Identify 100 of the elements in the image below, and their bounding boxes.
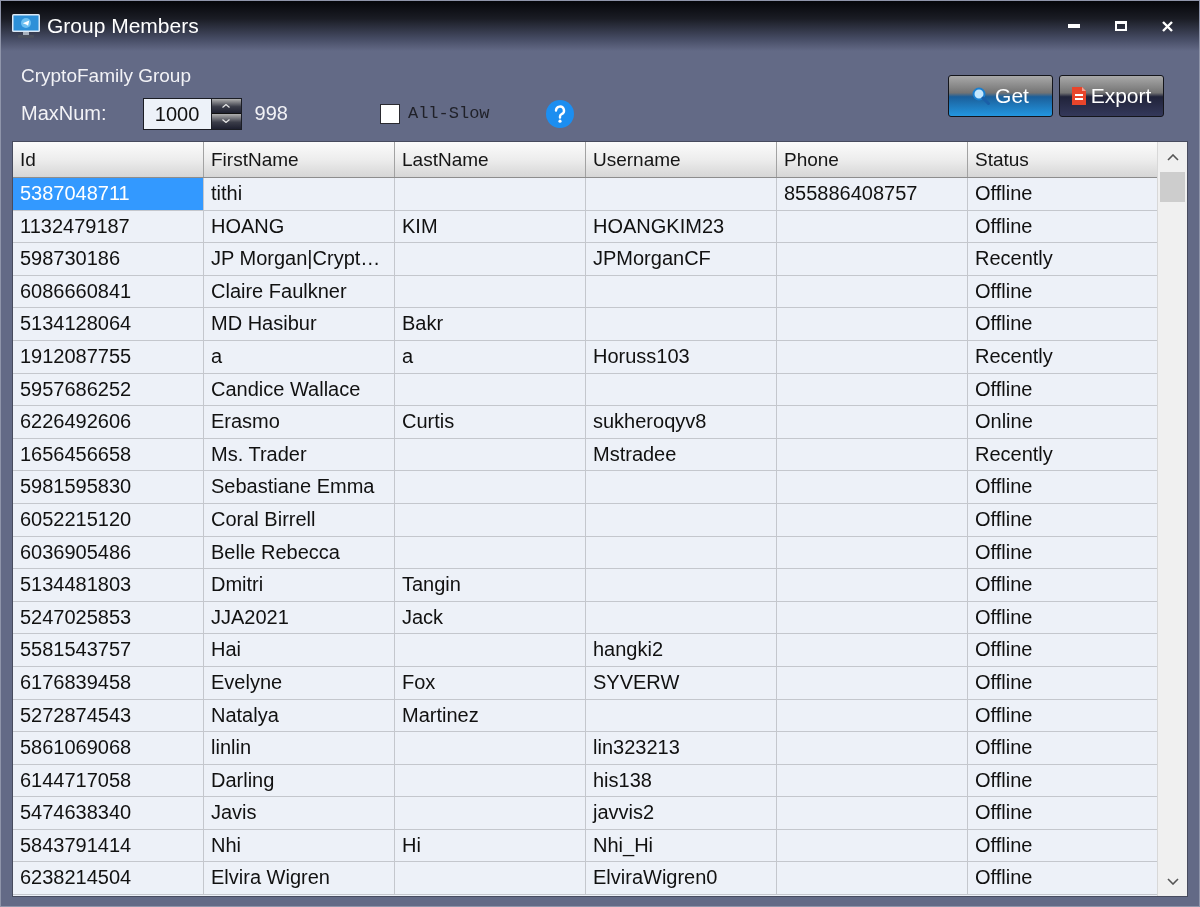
table-cell-text: 5581543757 (19, 637, 133, 663)
document-icon (1071, 87, 1086, 105)
table-cell-text: JP Morgan|Crypt… (210, 246, 382, 272)
table-cell-text: 6238214504 (19, 865, 133, 891)
table-row[interactable]: 5843791414 Nhi Hi Nhi_Hi Offline (13, 829, 1157, 863)
table-cell-text: Belle Rebecca (210, 539, 341, 565)
table-row[interactable]: 6086660841 Claire Faulkner Offline (13, 275, 1157, 309)
column-header[interactable]: FirstName (204, 142, 395, 177)
table-row[interactable]: 1132479187 HOANG KIM HOANGKIM23 Offline (13, 210, 1157, 244)
table-cell-text: Darling (210, 767, 276, 793)
table-row[interactable]: 1912087755 a a Horuss103 Recently (13, 340, 1157, 374)
table-cell-text: Nhi (210, 832, 242, 858)
column-header[interactable]: Id (13, 142, 204, 177)
table-cell-text: SYVERW (592, 669, 681, 695)
export-button[interactable]: Export (1059, 75, 1164, 117)
table-cell-text: Online (974, 409, 1034, 435)
table-cell-text: Hai (210, 637, 242, 663)
table-cell-text: JJA2021 (210, 604, 290, 630)
caret-up-icon (222, 103, 231, 108)
table-row[interactable]: 5272874543 Natalya Martinez Offline (13, 699, 1157, 733)
table-cell-text: 1656456658 (19, 441, 133, 467)
table-row[interactable]: 5134481803 Dmitri Tangin Offline (13, 569, 1157, 602)
minimize-icon (1067, 24, 1080, 28)
table-cell-text: 855886408757 (783, 181, 919, 206)
table-cell-text: Fox (401, 669, 437, 695)
table-cell-text: KIM (401, 213, 439, 239)
table-cell-text: Hi (401, 832, 422, 858)
column-header[interactable]: Phone (777, 142, 968, 177)
table-cell-text: 598730186 (19, 246, 122, 272)
table-cell-text: Dmitri (210, 572, 265, 598)
help-icon[interactable] (545, 99, 574, 128)
table-row[interactable]: 6036905486 Belle Rebecca Offline (13, 536, 1157, 570)
table-cell-text: Offline (974, 832, 1034, 858)
table-cell-text: 6144717058 (19, 767, 133, 793)
table-cell-text: Claire Faulkner (210, 278, 348, 304)
vertical-scrollbar[interactable] (1157, 142, 1187, 896)
table-cell-text: HOANG (210, 213, 286, 239)
table-cell-text: Coral Birrell (210, 506, 317, 532)
table-cell-text: Offline (974, 376, 1034, 402)
table-cell-text: Natalya (210, 702, 280, 728)
table-cell-text: Offline (974, 702, 1034, 728)
table-cell-text: Elvira Wigren (210, 865, 331, 891)
window-title: Group Members (47, 14, 199, 38)
table-cell-text: tithi (210, 181, 244, 206)
table-cell-text: 5134481803 (19, 572, 133, 598)
table-row[interactable]: 5387048711 tithi 855886408757 Offline (13, 178, 1157, 211)
table-row[interactable]: 1656456658 Ms. Trader Mstradee Recently (13, 438, 1157, 472)
table-cell-text: Offline (974, 767, 1034, 793)
table-cell-text: Offline (974, 506, 1034, 532)
table-row[interactable]: 5134128064 MD Hasibur Bakr Offline (13, 308, 1157, 341)
monitor-icon (12, 14, 40, 38)
scrollbar-thumb[interactable] (1160, 172, 1185, 202)
table-cell-text: 6036905486 (19, 539, 133, 565)
table-row[interactable]: 5957686252 Candice Wallace Offline (13, 373, 1157, 407)
checkbox[interactable] (379, 103, 400, 124)
group-name: CryptoFamily Group (21, 64, 191, 88)
table-row[interactable]: 598730186 JP Morgan|Crypt… JPMorganCF Recently (13, 243, 1157, 276)
maximize-icon (1114, 21, 1127, 31)
caret-down-icon (222, 119, 231, 124)
table-cell-text: Evelyne (210, 669, 284, 695)
table-cell-text: javvis2 (591, 800, 656, 826)
table-cell: 5387048711 (13, 178, 203, 210)
table-row[interactable]: 5981595830 Sebastiane Emma Offline (13, 471, 1157, 504)
table-cell-text: 1912087755 (19, 343, 133, 369)
table-cell-text: Recently (974, 343, 1054, 369)
table-cell-text: Offline (974, 604, 1034, 630)
table-cell-text: 6086660841 (19, 278, 133, 304)
table-cell-text: Bakr (401, 311, 445, 337)
table-row[interactable]: 6052215120 Coral Birrell Offline (13, 503, 1157, 537)
column-header[interactable]: Username (586, 142, 777, 177)
column-header[interactable]: LastName (395, 142, 586, 177)
table-row[interactable]: 5581543757 Hai hangki2 Offline (13, 634, 1157, 667)
chevron-down-icon (1166, 877, 1179, 885)
increment-button[interactable] (211, 98, 241, 114)
table-row[interactable]: 6144717058 Darling his138 Offline (13, 764, 1157, 798)
table-row[interactable]: 6176839458 Evelyne Fox SYVERW Offline (13, 666, 1157, 700)
close-icon (1162, 20, 1173, 32)
table-cell-text: Recently (974, 246, 1054, 272)
table-cell-text: Offline (974, 474, 1034, 500)
table-cell-text: linlin (210, 735, 253, 761)
table-row[interactable]: 5247025853 JJA2021 Jack Offline (13, 601, 1157, 635)
table-row[interactable]: 5861069068 linlin lin323213 Offline (13, 732, 1157, 765)
table-cell-text: MD Hasibur (210, 311, 318, 337)
table-cell-text: lin323213 (592, 735, 681, 761)
table-cell-text: Javis (210, 800, 258, 826)
table-cell-text: Tangin (401, 572, 462, 598)
table-row[interactable]: 6226492606 Erasmo Curtis sukheroqyv8 Online (13, 406, 1157, 439)
table-row[interactable]: 6238214504 Elvira Wigren ElviraWigren0 Offline (13, 862, 1157, 896)
table-cell-text: 6226492606 (19, 409, 133, 435)
table-cell-text: Offline (974, 311, 1034, 337)
table-row[interactable]: 5474638340 Javis javvis2 Offline (13, 797, 1157, 830)
decrement-button[interactable] (211, 114, 241, 129)
table-cell-text: 1132479187 (19, 213, 131, 239)
get-button[interactable]: Get (948, 75, 1053, 117)
table-cell-text: 5247025853 (19, 604, 133, 630)
table-cell-text: a (210, 343, 224, 369)
number-field[interactable]: 1000 (142, 97, 211, 130)
table-cell-text: hangki2 (592, 637, 665, 663)
table-cell-text: Offline (974, 800, 1034, 826)
table-cell-text: Horuss103 (592, 343, 691, 369)
